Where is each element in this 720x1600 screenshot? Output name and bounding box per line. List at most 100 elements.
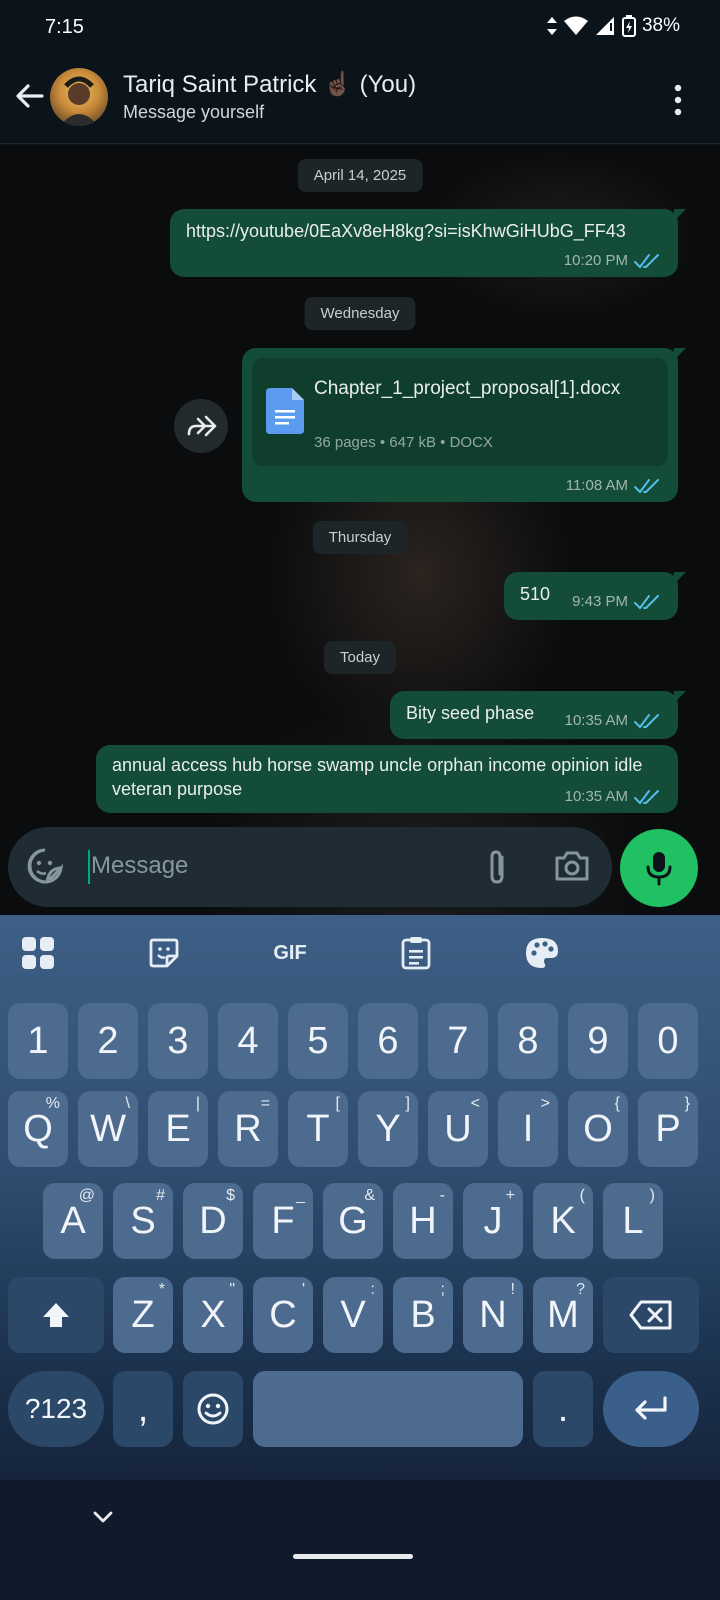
key-j[interactable]: J + (463, 1183, 523, 1259)
chat-header: Tariq Saint Patrick ☝🏿 (You) Message you… (0, 56, 720, 144)
key-k[interactable]: K( (533, 1183, 593, 1259)
key-label: C (269, 1293, 297, 1336)
message-bubble-seed[interactable]: annual access hub horse swamp uncle orph… (96, 745, 678, 813)
double-check-read-icon (634, 478, 659, 494)
key-a[interactable]: A @ (43, 1183, 103, 1259)
battery-percent: 38% (641, 15, 680, 36)
key-label: B (410, 1293, 436, 1336)
attach-button[interactable] (482, 849, 514, 892)
key-q[interactable]: Q% (8, 1091, 68, 1167)
key-y[interactable]: Y] (358, 1091, 418, 1167)
key-alt-label: } (684, 1095, 690, 1112)
contact-name[interactable]: Tariq Saint Patrick ☝🏿 (You) (123, 70, 416, 99)
key-p[interactable]: P} (638, 1091, 698, 1167)
message-text[interactable]: Bity seed phase (406, 701, 534, 725)
contact-subtitle: Message yourself (123, 102, 265, 122)
key-4[interactable]: 4 (218, 1003, 278, 1079)
message-bubble-document[interactable]: Chapter_1_project_proposal[1].docx 36 pa… (242, 348, 686, 502)
key-alt-label: [ (335, 1095, 340, 1112)
gif-button[interactable]: GIF (266, 933, 314, 973)
key-alt-label: $ (226, 1187, 235, 1204)
key-label: R (234, 1107, 262, 1150)
bubble-tail (674, 572, 686, 584)
key-z[interactable]: Z * (113, 1277, 173, 1353)
key-f[interactable]: F _ (253, 1183, 313, 1259)
message-bubble-510[interactable]: 510 9:43 PM (504, 572, 686, 620)
period-key[interactable]: . (533, 1371, 593, 1447)
key-alt-label: { (614, 1095, 620, 1112)
chat-area[interactable]: April 14, 2025 https://youtube/0EaXv8eH8… (0, 145, 720, 935)
key-o[interactable]: O{ (568, 1091, 628, 1167)
home-gesture-bar[interactable] (293, 1554, 413, 1559)
theme-button[interactable] (522, 933, 562, 973)
key-m[interactable]: M? (533, 1277, 593, 1353)
avatar[interactable] (50, 68, 108, 126)
key-n[interactable]: N! (463, 1277, 523, 1353)
emoji-sticker-button[interactable] (26, 847, 64, 890)
message-meta: 11:08 AM (566, 477, 662, 494)
key-l[interactable]: L) (603, 1183, 663, 1259)
key-9[interactable]: 9 (568, 1003, 628, 1079)
wifi-icon (563, 16, 588, 35)
message-bubble-link[interactable]: https://youtube/0EaXv8eH8kg?si=isKhwGiHU… (170, 209, 686, 277)
system-nav-bar (0, 1480, 720, 1600)
double-check-read-icon (634, 594, 659, 610)
key-d[interactable]: D $ (183, 1183, 243, 1259)
clipboard-button[interactable] (396, 933, 436, 973)
key-alt-label: : (370, 1281, 375, 1298)
camera-icon (555, 851, 589, 881)
key-h[interactable]: H- (393, 1183, 453, 1259)
message-text[interactable]: https://youtube/0EaXv8eH8kg?si=isKhwGiHU… (186, 219, 626, 243)
key-b[interactable]: B; (393, 1277, 453, 1353)
sticker-keyboard-button[interactable] (144, 933, 184, 973)
forward-button[interactable] (174, 399, 228, 453)
message-text[interactable]: 510 (520, 582, 550, 606)
voice-message-button[interactable] (620, 829, 698, 907)
comma-key[interactable]: , (113, 1371, 173, 1447)
key-i[interactable]: I > (498, 1091, 558, 1167)
key-7[interactable]: 7 (428, 1003, 488, 1079)
key-s[interactable]: S # (113, 1183, 173, 1259)
key-g[interactable]: G & (323, 1183, 383, 1259)
backspace-key[interactable] (603, 1277, 699, 1353)
message-time: 10:35 AM (564, 712, 628, 729)
key-v[interactable]: V: (323, 1277, 383, 1353)
key-alt-label: ? (576, 1281, 585, 1298)
key-alt-label: ' (301, 1281, 305, 1298)
key-5[interactable]: 5 (288, 1003, 348, 1079)
hide-keyboard-button[interactable] (92, 1510, 114, 1529)
message-time: 11:08 AM (565, 477, 628, 494)
paperclip-icon (490, 850, 504, 884)
key-0[interactable]: 0 (638, 1003, 698, 1079)
key-1[interactable]: 1 (8, 1003, 68, 1079)
message-input[interactable]: Message (91, 852, 188, 880)
message-bubble-bity[interactable]: Bity seed phase 10:35 AM (390, 691, 686, 739)
key-e[interactable]: E | (148, 1091, 208, 1167)
space-key[interactable] (253, 1371, 523, 1447)
shift-key[interactable] (8, 1277, 104, 1353)
apps-grid-button[interactable] (18, 933, 58, 973)
camera-button[interactable] (554, 849, 590, 888)
document-card[interactable]: Chapter_1_project_proposal[1].docx 36 pa… (252, 358, 668, 466)
key-r[interactable]: R = (218, 1091, 278, 1167)
symbols-key[interactable]: ?123 (8, 1371, 104, 1447)
key-label: O (583, 1107, 613, 1150)
key-3[interactable]: 3 (148, 1003, 208, 1079)
key-x[interactable]: X " (183, 1277, 243, 1353)
back-button[interactable] (12, 78, 52, 118)
key-label: M (547, 1293, 579, 1336)
sticker-icon (149, 938, 179, 968)
key-8[interactable]: 8 (498, 1003, 558, 1079)
key-w[interactable]: W \ (78, 1091, 138, 1167)
key-t[interactable]: T[ (288, 1091, 348, 1167)
key-c[interactable]: C ' (253, 1277, 313, 1353)
key-6[interactable]: 6 (358, 1003, 418, 1079)
more-options-button[interactable] (668, 82, 688, 118)
emoji-key[interactable] (183, 1371, 243, 1447)
enter-key[interactable] (603, 1371, 699, 1447)
key-alt-label: @ (78, 1187, 95, 1204)
key-alt-label: = (260, 1095, 270, 1112)
key-alt-label: \ (125, 1095, 130, 1112)
key-u[interactable]: U < (428, 1091, 488, 1167)
key-2[interactable]: 2 (78, 1003, 138, 1079)
